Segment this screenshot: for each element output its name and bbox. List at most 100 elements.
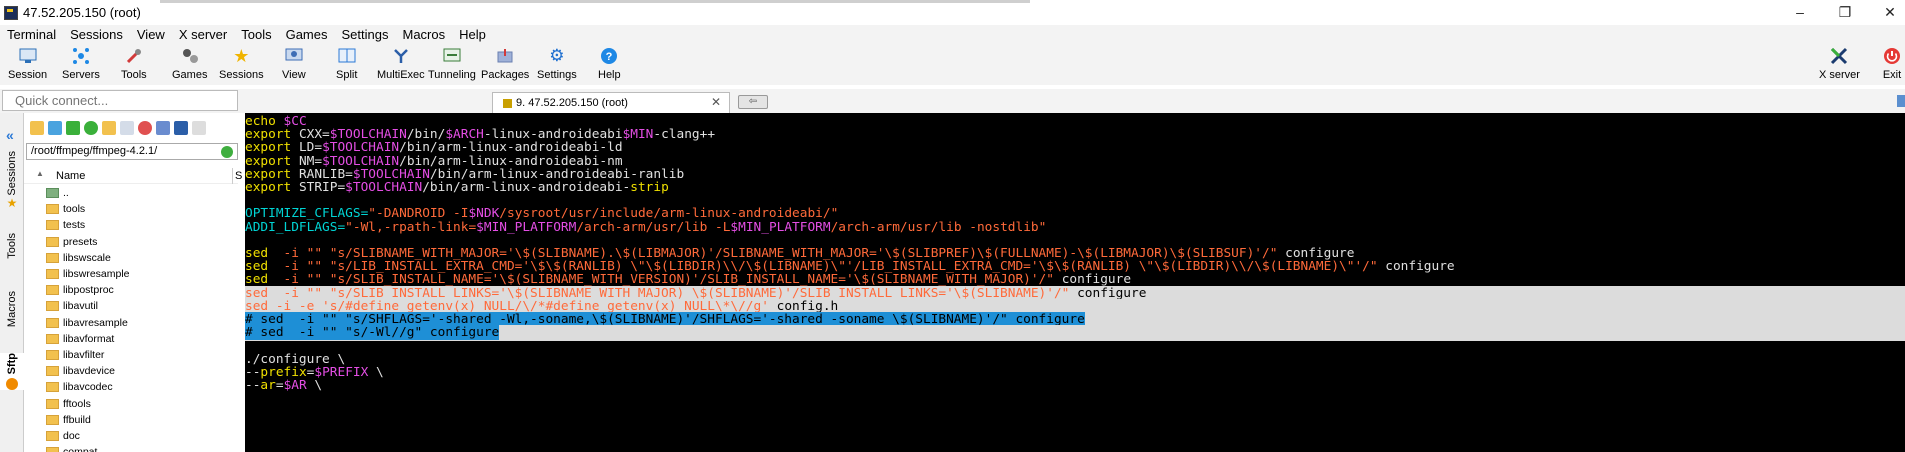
terminal-text-segment: \ (306, 378, 323, 393)
file-list-item[interactable]: .. (24, 185, 238, 201)
file-list-item[interactable]: compat (24, 444, 238, 452)
sftp-path-field[interactable]: /root/ffmpeg/ffmpeg-4.2.1/ (26, 143, 238, 160)
file-list-item[interactable]: libavdevice (24, 363, 238, 379)
file-list-item[interactable]: libpostproc (24, 282, 238, 298)
packages-icon (495, 46, 515, 66)
collapse-sidebar-icon[interactable]: « (6, 127, 14, 143)
edit-icon[interactable] (192, 121, 206, 135)
file-name: libavresample (63, 316, 128, 329)
games-button[interactable]: Games (172, 45, 207, 85)
close-button[interactable]: ✕ (1875, 2, 1905, 22)
new-tab-button[interactable]: ⇦ (738, 95, 768, 109)
panel-scroll-icon[interactable] (1897, 95, 1905, 107)
file-list-item[interactable]: tools (24, 201, 238, 217)
permissions-icon[interactable] (174, 121, 188, 135)
file-name: compat (63, 446, 97, 452)
new-file-icon[interactable] (120, 121, 134, 135)
file-list-header: ▲ Name S (24, 168, 242, 184)
delete-icon[interactable] (138, 121, 152, 135)
terminal-text-segment: /bin/arm-linux-androideabi- (422, 180, 631, 195)
view-icon (284, 46, 304, 66)
tab-session-9[interactable]: 9. 47.52.205.150 (root) ✕ (492, 92, 730, 113)
terminal-text-segment: /arch-arm/usr/lib -L (576, 219, 731, 235)
x-server-button[interactable]: X server (1819, 45, 1860, 85)
file-list-item[interactable]: libavcodec (24, 379, 238, 395)
split-button[interactable]: Split (336, 45, 357, 85)
path-ok-icon[interactable] (221, 146, 233, 158)
title-bar: 47.52.205.150 (root) – ❐ ✕ (0, 0, 1905, 25)
column-name[interactable]: Name (56, 170, 85, 182)
menu-sessions[interactable]: Sessions (63, 25, 130, 45)
new-folder-icon[interactable] (102, 121, 116, 135)
terminal-text-segment: STRIP= (298, 180, 346, 195)
exit-button[interactable]: Exit (1882, 45, 1902, 85)
sftp-toolbar (24, 119, 238, 137)
rename-icon[interactable] (156, 121, 170, 135)
tab-tools[interactable]: Tools (0, 233, 24, 259)
file-list-item[interactable]: libswresample (24, 266, 238, 282)
file-list-item[interactable]: libavformat (24, 331, 238, 347)
file-list-item[interactable]: fftools (24, 395, 238, 411)
menu-terminal[interactable]: Terminal (0, 25, 63, 45)
file-list-item[interactable]: libavresample (24, 315, 238, 331)
help-button[interactable]: ? Help (598, 45, 621, 85)
packages-button[interactable]: Packages (481, 45, 529, 85)
folder-icon (46, 382, 59, 393)
sort-arrow-icon[interactable]: ▲ (36, 169, 44, 178)
view-button[interactable]: View (282, 45, 306, 85)
file-list-item[interactable]: presets (24, 234, 238, 250)
file-list-item[interactable]: ffbuild (24, 412, 238, 428)
folder-icon (46, 333, 59, 344)
tab-close-icon[interactable]: ✕ (711, 95, 721, 109)
terminal-text-segment: -- (245, 378, 261, 393)
menu-macros[interactable]: Macros (395, 25, 452, 45)
file-list-item[interactable]: doc (24, 428, 238, 444)
file-list-item[interactable]: tests (24, 217, 238, 233)
session-button[interactable]: Session (8, 45, 47, 85)
tab-sessions[interactable]: Sessions ★ (0, 151, 24, 210)
terminal-text-segment: configure (1377, 259, 1455, 275)
minimize-button[interactable]: – (1785, 2, 1815, 22)
column-size[interactable]: S (235, 170, 242, 182)
split-icon (337, 46, 357, 66)
folder-icon (46, 252, 59, 263)
settings-button[interactable]: ⚙ Settings (537, 45, 577, 85)
quick-connect-input[interactable] (2, 90, 238, 111)
side-tab-strip: « Sessions ★ Tools Macros Sftp (0, 113, 24, 452)
file-list-item[interactable]: libavfilter (24, 347, 238, 363)
file-name: libavformat (63, 332, 115, 345)
folder-up-icon[interactable] (30, 121, 44, 135)
file-list-item[interactable]: libswscale (24, 250, 238, 266)
download-icon[interactable] (48, 121, 62, 135)
upload-icon[interactable] (66, 121, 80, 135)
games-icon (180, 46, 200, 66)
refresh-icon[interactable] (84, 121, 98, 135)
menu-x-server[interactable]: X server (172, 25, 234, 45)
menu-settings[interactable]: Settings (335, 25, 396, 45)
menu-games[interactable]: Games (279, 25, 335, 45)
tab-sftp[interactable]: Sftp (0, 353, 24, 391)
menu-help[interactable]: Help (452, 25, 493, 45)
file-name: libpostproc (63, 284, 114, 297)
tools-button[interactable]: Tools (121, 45, 147, 85)
tunneling-icon (442, 46, 462, 66)
menu-tools[interactable]: Tools (234, 25, 278, 45)
terminal-text-segment: ADDI_LDFLAGS= (245, 219, 346, 235)
menu-view[interactable]: View (130, 25, 172, 45)
maximize-button[interactable]: ❐ (1830, 2, 1860, 22)
settings-icon: ⚙ (549, 46, 565, 65)
file-name: presets (63, 235, 98, 248)
tunneling-button[interactable]: Tunneling (428, 45, 476, 85)
mobaxterm-logo-icon (4, 5, 18, 20)
terminal-text-segment: "-Wl,-rpath-link= (345, 219, 477, 235)
sessions-button[interactable]: ★ Sessions (219, 45, 264, 85)
quick-connect-row: 9. 47.52.205.150 (root) ✕ ⇦ (0, 89, 1905, 113)
multiexec-button[interactable]: MultiExec (377, 45, 425, 85)
terminal-output[interactable]: echo $CC export CXX=$TOOLCHAIN/bin/$ARCH-… (245, 113, 1905, 452)
file-list-item[interactable]: libavutil (24, 298, 238, 314)
column-divider (232, 168, 233, 184)
servers-button[interactable]: Servers (62, 45, 100, 85)
tab-macros[interactable]: Macros (0, 291, 24, 327)
main-toolbar: Session Servers Tools Games ★ Sessions V… (0, 45, 1905, 85)
terminal-text-segment: $MIN_PLATFORM (730, 219, 831, 235)
